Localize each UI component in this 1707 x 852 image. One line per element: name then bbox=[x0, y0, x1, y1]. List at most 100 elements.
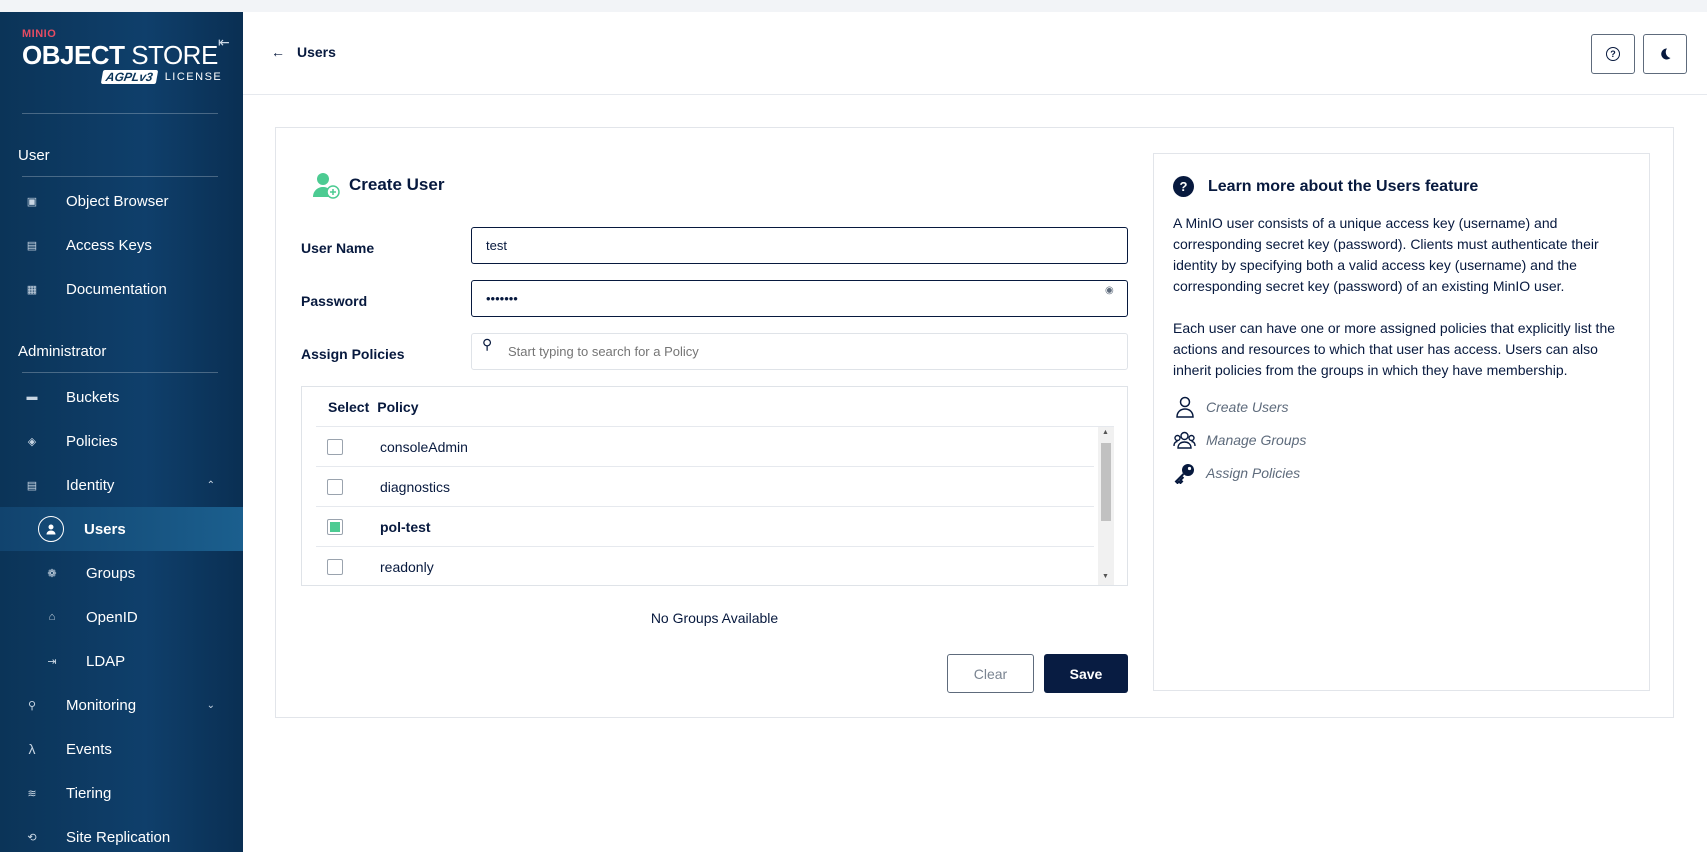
table-row[interactable]: pol-test bbox=[316, 507, 1094, 547]
brand-main-bold: OBJECT bbox=[22, 40, 125, 70]
login-icon: ⇥ bbox=[47, 655, 57, 668]
question-icon: ? bbox=[1173, 176, 1194, 197]
moon-icon bbox=[1661, 48, 1671, 60]
manage-groups-link[interactable]: Manage Groups bbox=[1173, 428, 1306, 451]
assign-policies-link[interactable]: Assign Policies bbox=[1173, 461, 1300, 484]
sidebar-item-tiering[interactable]: ≋ Tiering bbox=[0, 771, 243, 815]
sidebar-item-label: Events bbox=[66, 740, 112, 758]
sidebar-item-ldap[interactable]: ⇥ LDAP bbox=[0, 639, 243, 683]
sidebar-item-openid[interactable]: ⌂ OpenID bbox=[0, 595, 243, 639]
form-title-row: Create User bbox=[311, 170, 444, 200]
sidebar-item-groups[interactable]: ❁ Groups bbox=[0, 551, 243, 595]
policy-scrollbar[interactable]: ▲ ▼ bbox=[1098, 427, 1114, 585]
policy-name: pol-test bbox=[380, 518, 431, 535]
sidebar-item-site-replication[interactable]: ⟲ Site Replication bbox=[0, 815, 243, 852]
replication-icon: ⟲ bbox=[27, 831, 37, 844]
policy-shield-icon: ◈ bbox=[27, 435, 37, 448]
license-row: AGPLv3 LICENSE bbox=[100, 70, 223, 84]
search-icon: ⚲ bbox=[482, 336, 493, 352]
sidebar-divider bbox=[22, 372, 218, 373]
section-administrator: Administrator bbox=[18, 343, 107, 360]
brand-small: MINIO bbox=[22, 28, 57, 40]
sidebar-item-object-browser[interactable]: ▣ Object Browser bbox=[0, 179, 243, 223]
bucket-icon: ▬ bbox=[26, 391, 38, 403]
help-paragraph: A MinIO user consists of a unique access… bbox=[1173, 215, 1599, 294]
sidebar: MINIO OBJECT STORE AGPLv3 LICENSE ⇤ User… bbox=[0, 12, 243, 852]
sidebar-item-events[interactable]: λ Events bbox=[0, 727, 243, 771]
sidebar-item-label: LDAP bbox=[86, 652, 126, 670]
collapse-sidebar-icon[interactable]: ⇤ bbox=[218, 34, 234, 50]
user-icon bbox=[38, 516, 64, 542]
help-paragraph: Each user can have one or more assigned … bbox=[1173, 320, 1616, 378]
policy-checkbox[interactable] bbox=[327, 559, 343, 575]
save-button[interactable]: Save bbox=[1044, 654, 1128, 693]
password-label: Password bbox=[301, 293, 368, 309]
user-outline-icon bbox=[1173, 395, 1196, 418]
username-label: User Name bbox=[301, 240, 375, 256]
policy-name: diagnostics bbox=[380, 478, 451, 495]
dark-mode-button[interactable] bbox=[1643, 34, 1687, 74]
table-row[interactable]: diagnostics bbox=[316, 467, 1094, 507]
sidebar-item-users[interactable]: Users bbox=[0, 507, 243, 551]
scroll-up-icon[interactable]: ▲ bbox=[1102, 429, 1109, 436]
sidebar-item-buckets[interactable]: ▬ Buckets bbox=[0, 375, 243, 419]
policy-checkbox-checked[interactable] bbox=[327, 518, 343, 535]
lock-icon: ⌂ bbox=[48, 611, 56, 623]
identity-card-icon: ▤ bbox=[26, 479, 38, 492]
minio-logo[interactable]: MINIO OBJECT STORE AGPLv3 LICENSE bbox=[22, 28, 222, 102]
sidebar-item-identity[interactable]: ▤ Identity ⌃ bbox=[0, 463, 243, 507]
help-panel: ? Learn more about the Users feature A M… bbox=[1153, 153, 1650, 691]
sidebar-item-label: Tiering bbox=[66, 784, 112, 802]
eye-icon[interactable]: ◉ bbox=[1105, 285, 1114, 296]
policy-name: readonly bbox=[380, 559, 434, 575]
sidebar-item-label: Identity bbox=[66, 476, 115, 494]
column-header-select: Select bbox=[328, 399, 370, 415]
sidebar-divider bbox=[22, 113, 218, 114]
username-input[interactable] bbox=[471, 227, 1128, 264]
add-user-icon bbox=[313, 173, 340, 199]
policy-search-input[interactable] bbox=[471, 333, 1128, 370]
sidebar-item-monitoring[interactable]: ⚲ Monitoring ⌄ bbox=[0, 683, 243, 727]
policy-checkbox[interactable] bbox=[327, 478, 343, 495]
agpl-badge: AGPLv3 bbox=[100, 70, 158, 84]
sidebar-item-label: Access Keys bbox=[66, 236, 152, 254]
policy-table-header: Select Policy bbox=[328, 399, 419, 415]
license-text: LICENSE bbox=[164, 71, 223, 83]
sidebar-item-label: Object Browser bbox=[66, 192, 169, 210]
help-title-row: ? Learn more about the Users feature bbox=[1173, 176, 1478, 197]
scrollbar-thumb[interactable] bbox=[1101, 443, 1111, 521]
clear-button[interactable]: Clear bbox=[947, 654, 1034, 693]
table-row[interactable]: readonly bbox=[316, 547, 1094, 587]
help-link-label: Manage Groups bbox=[1206, 431, 1307, 448]
documentation-icon: ▦ bbox=[26, 283, 38, 296]
help-button[interactable]: ? bbox=[1591, 34, 1635, 74]
help-icon: ? bbox=[1606, 47, 1620, 61]
page-header: ← Users ? bbox=[243, 12, 1707, 95]
sidebar-item-label: Monitoring bbox=[66, 696, 137, 714]
scroll-down-icon[interactable]: ▼ bbox=[1102, 573, 1109, 580]
policy-name: consoleAdmin bbox=[380, 438, 468, 455]
sidebar-divider bbox=[22, 176, 218, 177]
sidebar-item-policies[interactable]: ◈ Policies bbox=[0, 419, 243, 463]
sidebar-item-access-keys[interactable]: ▤ Access Keys bbox=[0, 223, 243, 267]
password-input[interactable] bbox=[471, 280, 1128, 317]
group-outline-icon bbox=[1173, 428, 1196, 451]
section-user: User bbox=[18, 147, 50, 164]
help-title: Learn more about the Users feature bbox=[1208, 177, 1479, 195]
policy-checkbox[interactable] bbox=[327, 438, 343, 455]
policy-table: Select Policy consoleAdmin diagnostics p… bbox=[301, 386, 1128, 586]
help-link-label: Create Users bbox=[1206, 398, 1289, 415]
create-users-link[interactable]: Create Users bbox=[1173, 395, 1288, 418]
assign-policies-label: Assign Policies bbox=[301, 346, 405, 362]
checkbox-fill bbox=[330, 521, 340, 532]
sidebar-item-label: Documentation bbox=[66, 280, 167, 298]
create-user-card: Create User User Name Password ◉ Assign … bbox=[275, 127, 1674, 718]
back-to-users-link[interactable]: ← Users bbox=[271, 44, 336, 60]
sidebar-item-documentation[interactable]: ▦ Documentation bbox=[0, 267, 243, 311]
key-icon bbox=[1173, 461, 1196, 484]
help-link-label: Assign Policies bbox=[1206, 464, 1301, 481]
table-row[interactable]: consoleAdmin bbox=[316, 427, 1094, 467]
tiers-icon: ≋ bbox=[27, 787, 37, 800]
sidebar-item-label: OpenID bbox=[86, 608, 138, 626]
top-strip bbox=[0, 0, 1707, 12]
